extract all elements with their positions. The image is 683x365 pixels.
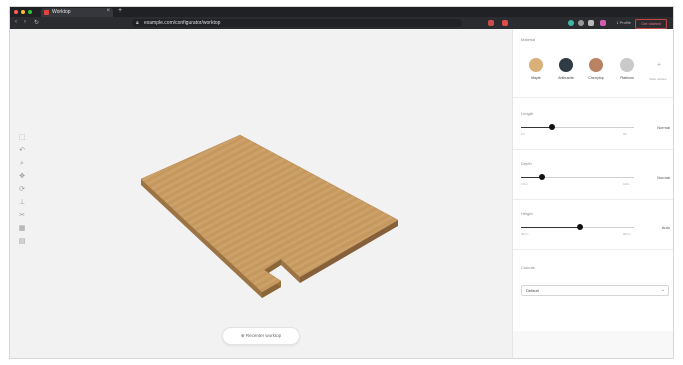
material-swatch-platinum[interactable]: [620, 58, 634, 72]
tab-close-icon[interactable]: ×: [106, 8, 110, 14]
material-label: Cherrytop: [588, 76, 604, 80]
more-options-label[interactable]: More options: [648, 77, 668, 81]
slider-min-label: 1m: [521, 132, 526, 136]
slider-value: Normal: [657, 175, 670, 180]
browser-toolbar: ‹ › ↻ 🔒︎ example.com/configurator/workto…: [10, 17, 673, 29]
browser-window: Worktop × + ‹ › ↻ 🔒︎ example.com/configu…: [9, 6, 674, 359]
divider: [513, 249, 673, 250]
back-icon[interactable]: ‹: [15, 19, 17, 25]
browser-tab-bar: Worktop × +: [10, 7, 673, 17]
worktop-model[interactable]: [10, 29, 512, 359]
slider-value: Auto: [661, 225, 670, 230]
slider-title: Height: [521, 211, 533, 216]
viewport-canvas[interactable]: ⬚ ↶ ⌕ ✥ ⟳ ⊥ ✂ ▦ ▤ ⊕ Recenter worktop: [10, 29, 512, 359]
tab-favicon-icon: [44, 10, 49, 15]
slider-handle[interactable]: [576, 224, 583, 230]
extension-icon-2[interactable]: [502, 20, 508, 26]
address-bar[interactable]: 🔒︎ example.com/configurator/worktop: [132, 19, 462, 27]
new-tab-button[interactable]: +: [118, 7, 122, 14]
slider-max-label: 3m: [623, 132, 628, 136]
profile-label[interactable]: 1 Profile: [616, 19, 631, 27]
tab-title: Worktop: [52, 9, 71, 15]
material-label: Anthracite: [558, 76, 574, 80]
slider-max-label: 0.8m: [623, 182, 630, 186]
slider-max-label: 90cm: [623, 232, 631, 236]
slider-title: Depth: [521, 161, 532, 166]
extension-icon-5[interactable]: [588, 20, 594, 26]
material-section-title: Material: [521, 37, 536, 42]
divider: [513, 97, 673, 98]
slider-track[interactable]: [521, 224, 634, 230]
material-label: Maple: [531, 76, 541, 80]
extension-icon[interactable]: [488, 20, 494, 26]
url-text: example.com/configurator/worktop: [144, 20, 221, 26]
more-options-icon[interactable]: +: [653, 59, 665, 71]
recenter-button[interactable]: ⊕ Recenter worktop: [222, 327, 300, 345]
panel-footer: [513, 331, 673, 358]
slider-handle[interactable]: [548, 124, 555, 130]
slider-title: Length: [521, 111, 534, 116]
close-window-dot[interactable]: [14, 10, 18, 14]
browser-tab[interactable]: Worktop ×: [41, 8, 113, 17]
slider-fill: [521, 227, 580, 228]
material-swatch-anthracite[interactable]: [559, 58, 573, 72]
cutouts-select-value: Default: [526, 288, 539, 293]
material-swatch-maple[interactable]: [529, 58, 543, 72]
slider-value: Normal: [657, 125, 670, 130]
divider: [513, 199, 673, 200]
cutouts-select[interactable]: Default ⌄: [521, 285, 669, 296]
slider-handle[interactable]: [539, 174, 546, 180]
slider-track[interactable]: [521, 124, 634, 130]
slider-min-label: 0.5m: [521, 182, 528, 186]
forward-icon[interactable]: ›: [24, 19, 26, 25]
divider: [513, 149, 673, 150]
extension-icon-6[interactable]: [600, 20, 606, 26]
extension-icon-3[interactable]: [568, 20, 574, 26]
cutouts-section-title: Cutouts: [521, 265, 535, 270]
extension-icon-4[interactable]: [578, 20, 584, 26]
maximize-window-dot[interactable]: [28, 10, 32, 14]
lock-icon: 🔒︎: [136, 20, 139, 26]
chevron-down-icon: ⌄: [660, 287, 665, 293]
material-swatch-cherrytop[interactable]: [589, 58, 603, 72]
reload-icon[interactable]: ↻: [34, 19, 39, 26]
minimize-window-dot[interactable]: [21, 10, 25, 14]
configuration-panel: Material Maple Anthracite Cherrytop Platinu…: [512, 29, 673, 358]
material-label: Platinum: [620, 76, 634, 80]
slider-fill: [521, 127, 552, 128]
slider-min-label: 60cm: [521, 232, 529, 236]
get-started-button[interactable]: Get started: [635, 19, 667, 29]
slider-track[interactable]: [521, 174, 634, 180]
